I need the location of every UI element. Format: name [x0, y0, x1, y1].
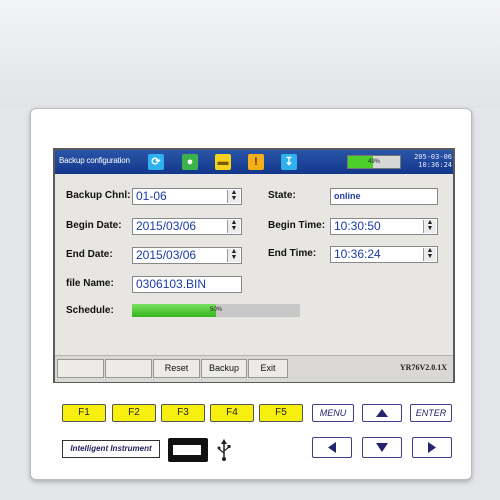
battery-label: 49%	[367, 159, 380, 165]
refresh-icon[interactable]: ⟳	[148, 154, 164, 170]
down-arrow-icon	[376, 443, 388, 452]
end-time-field[interactable]: 10:36:24 ▲ ▼	[330, 246, 438, 263]
left-arrow-key[interactable]	[312, 437, 352, 458]
schedule-progress-text: 50%	[209, 307, 222, 313]
end-date-field[interactable]: 2015/03/06 ▲ ▼	[132, 247, 242, 264]
brand-label: Intelligent Instrument	[62, 440, 160, 458]
end-time-label: End Time:	[268, 248, 317, 259]
begin-date-label: Begin Date:	[66, 220, 122, 231]
backup-chnl-label: Backup Chnl:	[66, 190, 131, 201]
title-bar: Backup configuration ⟳ ● ▬ ! ↧ 49% 205-0…	[55, 150, 453, 174]
end-time-value: 10:36:24	[334, 247, 381, 261]
alert-icon[interactable]: !	[248, 154, 264, 170]
f2-key[interactable]: F2	[112, 404, 156, 422]
reset-button[interactable]: Reset	[153, 359, 200, 378]
file-name-label: file Name:	[66, 278, 114, 289]
clock: 205-03-06 10:36:24	[408, 153, 452, 169]
backup-button[interactable]: Backup	[201, 359, 247, 378]
schedule-progress-bar: 50%	[132, 304, 300, 317]
state-field: online	[330, 188, 438, 205]
up-arrow-icon	[376, 409, 388, 417]
file-name-value: 0306103.BIN	[136, 277, 207, 291]
enter-key[interactable]: ENTER	[410, 404, 452, 422]
down-arrow-key[interactable]	[362, 437, 402, 458]
clock-date: 205-03-06	[414, 153, 452, 161]
state-value: online	[334, 191, 361, 201]
usb-port-slot	[173, 445, 201, 455]
begin-date-field[interactable]: 2015/03/06 ▲ ▼	[132, 218, 242, 235]
f1-key[interactable]: F1	[62, 404, 106, 422]
display-screen: Backup configuration ⟳ ● ▬ ! ↧ 49% 205-0…	[53, 148, 455, 383]
end-time-spinner[interactable]: ▲ ▼	[423, 247, 436, 261]
state-label: State:	[268, 190, 296, 201]
window-title: Backup configuration	[59, 156, 130, 165]
download-icon[interactable]: ↧	[281, 154, 297, 170]
folder-icon[interactable]: ▬	[215, 154, 231, 170]
exit-button[interactable]: Exit	[248, 359, 288, 378]
f3-key[interactable]: F3	[161, 404, 205, 422]
backup-chnl-field[interactable]: 01-06 ▲ ▼	[132, 188, 242, 205]
right-arrow-icon	[428, 442, 436, 453]
firmware-version: YR76V2.0.1X	[399, 363, 447, 372]
f4-key[interactable]: F4	[210, 404, 254, 422]
up-arrow-key[interactable]	[362, 404, 402, 422]
soft-button-2[interactable]	[105, 359, 152, 378]
background-top	[0, 0, 500, 108]
person-icon[interactable]: ●	[182, 154, 198, 170]
backup-chnl-value: 01-06	[136, 189, 167, 203]
begin-date-value: 2015/03/06	[136, 219, 197, 233]
schedule-label: Schedule:	[66, 305, 114, 316]
begin-date-spinner[interactable]: ▲ ▼	[227, 219, 240, 233]
soft-button-1[interactable]	[57, 359, 104, 378]
usb-port	[168, 438, 208, 462]
begin-time-label: Begin Time:	[268, 220, 326, 231]
backup-chnl-spinner[interactable]: ▲ ▼	[227, 189, 240, 203]
begin-time-spinner[interactable]: ▲ ▼	[423, 219, 436, 233]
left-arrow-icon	[328, 442, 336, 453]
begin-time-value: 10:30:50	[334, 219, 381, 233]
usb-icon	[217, 439, 231, 461]
menu-key[interactable]: MENU	[312, 404, 354, 422]
clock-time: 10:36:24	[418, 161, 452, 169]
begin-time-field[interactable]: 10:30:50 ▲ ▼	[330, 218, 438, 235]
end-date-spinner[interactable]: ▲ ▼	[227, 248, 240, 262]
soft-button-bar: Reset Backup Exit YR76V2.0.1X	[55, 355, 453, 382]
end-date-value: 2015/03/06	[136, 248, 197, 262]
battery-indicator: 49%	[347, 155, 401, 169]
end-date-label: End Date:	[66, 249, 113, 260]
f5-key[interactable]: F5	[259, 404, 303, 422]
right-arrow-key[interactable]	[412, 437, 452, 458]
file-name-field[interactable]: 0306103.BIN	[132, 276, 242, 293]
